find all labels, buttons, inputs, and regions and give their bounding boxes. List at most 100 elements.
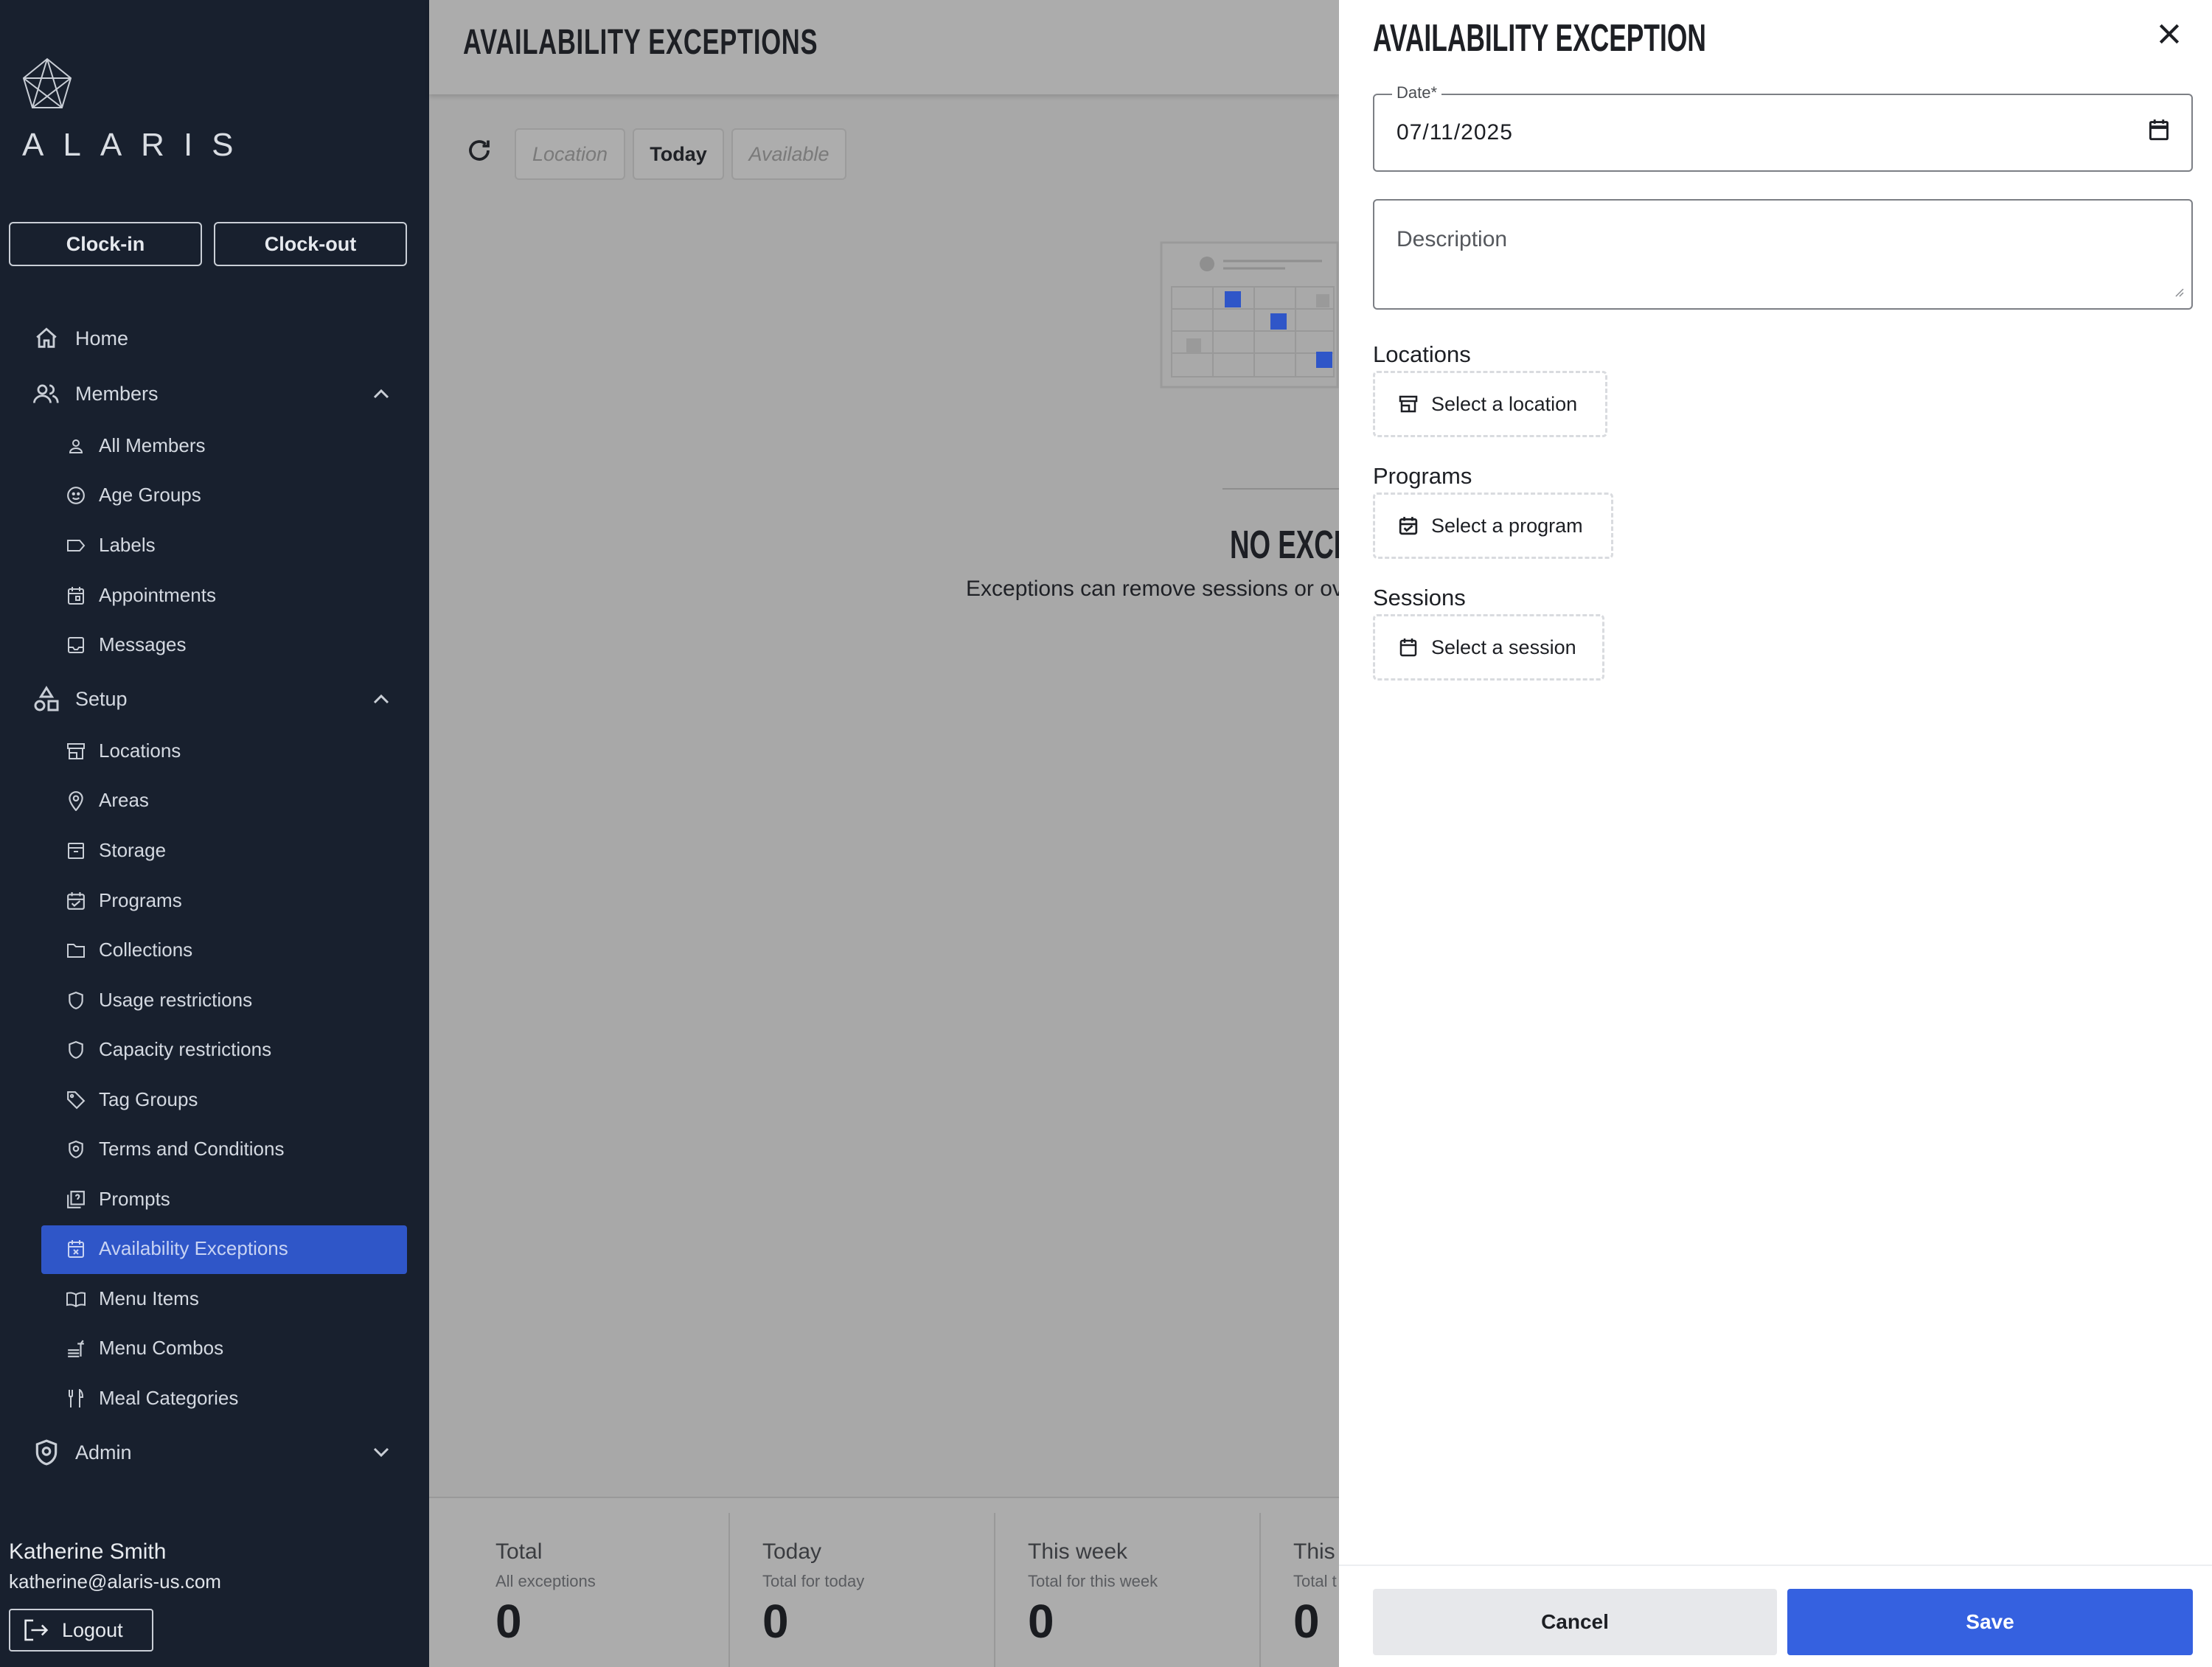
stat-value: 0 xyxy=(762,1595,789,1648)
sidebar-item-areas[interactable]: Areas xyxy=(65,789,149,812)
logout-label: Logout xyxy=(62,1618,123,1641)
sidebar-item-tag-groups[interactable]: Tag Groups xyxy=(65,1088,198,1111)
select-session-button[interactable]: Select a session xyxy=(1373,614,1604,681)
sidebar-item-menu-items[interactable]: Menu Items xyxy=(65,1287,199,1310)
user-email: katherine@alaris-us.com xyxy=(9,1570,221,1593)
stat-title: This xyxy=(1293,1539,1335,1564)
logout-button[interactable]: Logout xyxy=(9,1609,153,1652)
drawer-title: AVAILABILITY EXCEPTION xyxy=(1373,17,1706,60)
sidebar-item-all-members[interactable]: All Members xyxy=(65,434,205,457)
sidebar-item-locations[interactable]: Locations xyxy=(65,739,181,762)
stat-title: This week xyxy=(1028,1539,1128,1564)
sidebar-item-label: Areas xyxy=(99,789,149,811)
tag-icon xyxy=(65,1089,87,1111)
stat-subtitle: Total for today xyxy=(762,1572,865,1590)
sidebar-item-label: Locations xyxy=(99,739,181,762)
event-calendar-icon xyxy=(65,890,87,912)
map-pin-icon xyxy=(65,790,87,812)
close-icon[interactable] xyxy=(2154,19,2184,49)
stat-total: Total All exceptions 0 xyxy=(495,1539,596,1649)
calendar-icon xyxy=(65,585,87,607)
today-filter[interactable]: Today xyxy=(633,128,724,180)
stat-this-week: This week Total for this week 0 xyxy=(1028,1539,1158,1649)
event-busy-icon xyxy=(65,1238,87,1260)
sidebar-item-label: Tag Groups xyxy=(99,1088,198,1110)
sidebar-item-terms-and-conditions[interactable]: Terms and Conditions xyxy=(65,1138,284,1160)
quiz-icon xyxy=(65,1189,87,1211)
date-value[interactable]: 07/11/2025 xyxy=(1397,120,1513,145)
date-field[interactable]: Date* 07/11/2025 xyxy=(1373,83,2193,172)
stat-title: Today xyxy=(762,1539,822,1564)
user-name: Katherine Smith xyxy=(9,1539,167,1564)
label-icon xyxy=(65,535,87,557)
stat-today: Today Total for today 0 xyxy=(762,1539,864,1649)
calendar-picker-icon[interactable] xyxy=(2149,119,2169,145)
sidebar-item-meal-categories[interactable]: Meal Categories xyxy=(65,1387,238,1410)
sidebar-item-label: Meal Categories xyxy=(99,1387,239,1409)
sidebar-item-storage[interactable]: Storage xyxy=(65,839,166,862)
sidebar-item-label: Admin xyxy=(75,1441,132,1464)
sidebar-item-label: Terms and Conditions xyxy=(99,1138,285,1160)
divider xyxy=(1259,1513,1261,1667)
sidebar-item-label: Availability Exceptions xyxy=(99,1237,288,1259)
select-program-button[interactable]: Select a program xyxy=(1373,493,1613,559)
sidebar-item-label: Storage xyxy=(99,839,167,861)
stat-title: Total xyxy=(495,1539,543,1564)
select-location-label: Select a location xyxy=(1431,392,1578,415)
empty-calendar-illustration xyxy=(1160,241,1339,392)
empty-state-description: Exceptions can remove sessions or ov xyxy=(966,577,1343,601)
refresh-icon[interactable] xyxy=(466,137,493,164)
sidebar-item-label: Age Groups xyxy=(99,484,201,506)
sidebar-item-labels[interactable]: Labels xyxy=(65,534,156,557)
sidebar-item-age-groups[interactable]: Age Groups xyxy=(65,484,201,507)
stat-value: 0 xyxy=(1028,1595,1054,1648)
page-header: AVAILABILITY EXCEPTIONS xyxy=(429,0,1339,94)
sidebar-item-menu-combos[interactable]: Menu Combos xyxy=(65,1337,223,1360)
chevron-up-icon[interactable] xyxy=(370,688,392,710)
divider xyxy=(1339,1565,2212,1566)
sidebar-item-prompts[interactable]: Prompts xyxy=(65,1188,170,1211)
chevron-up-icon[interactable] xyxy=(370,383,392,405)
select-location-button[interactable]: Select a location xyxy=(1373,371,1607,437)
inbox-icon xyxy=(65,634,87,656)
description-textarea[interactable]: Description xyxy=(1373,199,2193,310)
date-label: Date* xyxy=(1392,83,1442,102)
page-title: AVAILABILITY EXCEPTIONS xyxy=(463,23,818,62)
alaris-logo-icon xyxy=(21,58,74,109)
archive-icon xyxy=(65,840,87,862)
sidebar-item-home[interactable]: Home xyxy=(32,324,128,352)
location-filter[interactable]: Location xyxy=(515,128,625,180)
logout-icon xyxy=(24,1618,49,1642)
chevron-down-icon[interactable] xyxy=(370,1441,392,1464)
sidebar-item-members[interactable]: Members xyxy=(32,380,159,408)
sidebar-item-label: Labels xyxy=(99,534,156,556)
clock-out-button[interactable]: Clock-out xyxy=(214,222,407,266)
sidebar-item-admin[interactable]: Admin xyxy=(32,1438,132,1466)
shield-icon xyxy=(65,1039,87,1061)
sidebar-item-usage-restrictions[interactable]: Usage restrictions xyxy=(65,989,252,1012)
sidebar-item-label: Usage restrictions xyxy=(99,989,253,1011)
stat-subtitle: Total t xyxy=(1293,1572,1337,1590)
sidebar-item-collections[interactable]: Collections xyxy=(65,939,192,961)
sidebar-item-setup[interactable]: Setup xyxy=(32,685,128,713)
clock-in-button[interactable]: Clock-in xyxy=(9,222,202,266)
shapes-icon xyxy=(32,685,60,713)
divider xyxy=(994,1513,995,1667)
save-button[interactable]: Save xyxy=(1787,1589,2193,1655)
sidebar-item-label: Messages xyxy=(99,633,187,655)
sidebar-item-availability-exceptions[interactable]: Availability Exceptions xyxy=(65,1237,288,1260)
available-filter[interactable]: Available xyxy=(731,128,846,180)
stat-subtitle: Total for this week xyxy=(1028,1572,1158,1590)
sidebar-item-appointments[interactable]: Appointments xyxy=(65,584,216,607)
sidebar-item-messages[interactable]: Messages xyxy=(65,633,187,656)
resize-handle-icon[interactable] xyxy=(2172,285,2184,301)
sidebar-item-programs[interactable]: Programs xyxy=(65,889,182,912)
sidebar-item-capacity-restrictions[interactable]: Capacity restrictions xyxy=(65,1038,271,1061)
sessions-label: Sessions xyxy=(1373,585,1466,610)
admin-shield-icon xyxy=(32,1438,60,1466)
fastfood-icon xyxy=(65,1337,87,1360)
programs-label: Programs xyxy=(1373,463,1472,489)
sidebar-item-label: Collections xyxy=(99,939,193,961)
cancel-button[interactable]: Cancel xyxy=(1373,1589,1777,1655)
sidebar-item-label: Capacity restrictions xyxy=(99,1038,272,1060)
